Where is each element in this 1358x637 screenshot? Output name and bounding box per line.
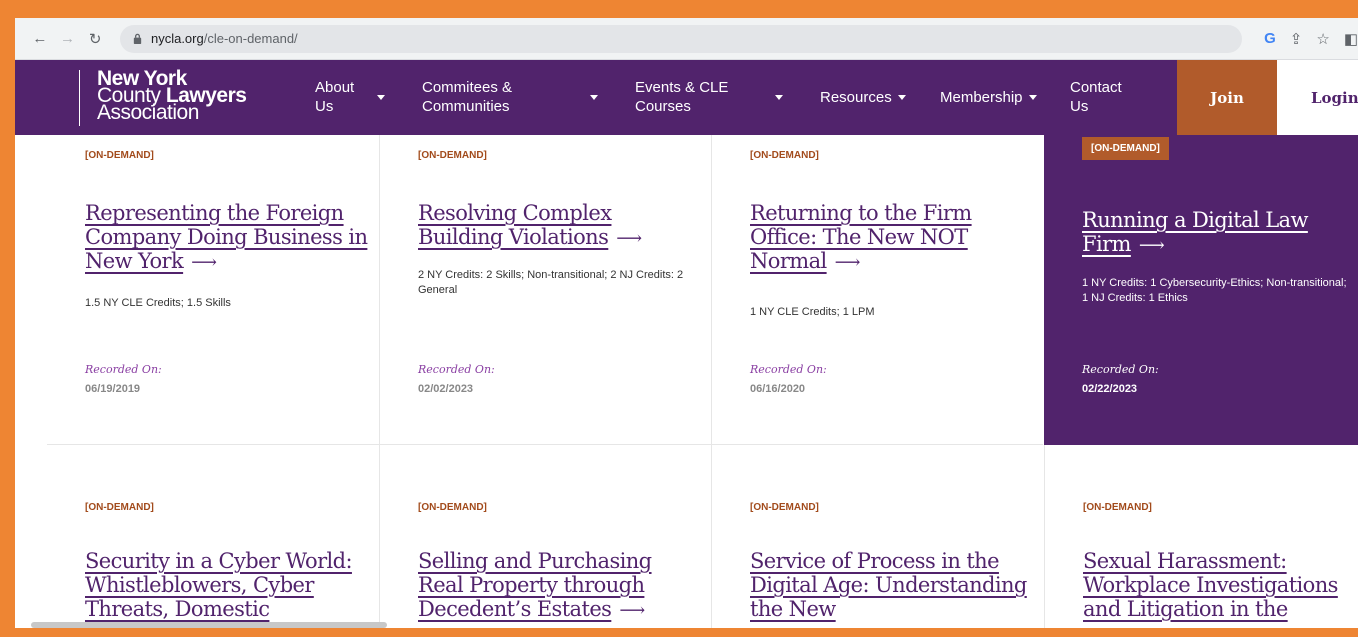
nycla-logo[interactable]: New York County Lawyers Association	[97, 68, 247, 123]
browser-window: ← → ↻ nycla.org/cle-on-demand/ G ⇪ ☆ ◧ N…	[15, 18, 1358, 628]
chevron-down-icon	[590, 94, 598, 100]
recorded-label: Recorded On:	[418, 363, 495, 376]
forward-arrow-icon[interactable]: →	[57, 28, 79, 50]
course-title-link[interactable]: Representing the Foreign Company Doing B…	[85, 201, 368, 273]
chevron-down-icon	[1028, 95, 1037, 100]
side-panel-icon[interactable]: ◧	[1344, 30, 1358, 48]
course-card[interactable]: [ON-DEMAND] Resolving Complex Building V…	[379, 135, 711, 445]
recorded-date: 06/16/2020	[750, 383, 806, 395]
course-title-link[interactable]: Selling and Purchasing Real Property thr…	[418, 549, 652, 621]
recorded-label: Recorded On:	[85, 363, 162, 376]
login-button[interactable]: Login	[1277, 60, 1358, 135]
course-title-link[interactable]: Running a Digital Law Firm	[1082, 208, 1308, 256]
lock-icon	[133, 33, 142, 44]
chevron-down-icon	[775, 94, 783, 100]
recorded-date: 06/19/2019	[85, 383, 141, 395]
bookmark-star-icon[interactable]: ☆	[1316, 30, 1329, 48]
course-title-link[interactable]: Resolving Complex Building Violations	[418, 201, 612, 249]
course-credits: 2 NY Credits: 2 Skills; Non-transitional…	[418, 269, 684, 296]
course-grid: [ON-DEMAND] Representing the Foreign Com…	[15, 135, 1358, 628]
join-button[interactable]: Join	[1177, 60, 1277, 135]
on-demand-tag: [ON-DEMAND]	[418, 150, 487, 161]
url-path: /cle-on-demand/	[203, 31, 298, 46]
on-demand-tag: [ON-DEMAND]	[85, 502, 154, 513]
arrow-right-icon: ⟶	[616, 228, 642, 249]
nav-commitees-communities[interactable]: Commitees & Communities	[422, 78, 598, 116]
arrow-right-icon: ⟶	[1138, 235, 1165, 256]
course-card[interactable]: [ON-DEMAND] Representing the Foreign Com…	[47, 135, 379, 445]
on-demand-tag: [ON-DEMAND]	[750, 150, 819, 161]
course-card[interactable]: [ON-DEMAND] Sexual Harassment: Workplace…	[1044, 445, 1358, 628]
on-demand-tag: [ON-DEMAND]	[85, 150, 154, 161]
course-card[interactable]: [ON-DEMAND] Selling and Purchasing Real …	[379, 445, 711, 628]
arrow-right-icon: ⟶	[834, 252, 861, 273]
course-card-featured[interactable]: [ON-DEMAND] Running a Digital Law Firm ⟶ …	[1044, 135, 1358, 445]
chevron-down-icon	[897, 95, 906, 100]
recorded-label: Recorded On:	[750, 363, 827, 376]
nav-contact-us[interactable]: Contact Us	[1070, 78, 1130, 116]
course-card[interactable]: [ON-DEMAND] Service of Process in the Di…	[711, 445, 1043, 628]
nav-membership[interactable]: Membership	[940, 88, 1037, 107]
on-demand-tag: [ON-DEMAND]	[750, 502, 819, 513]
course-credits: 1.5 NY CLE Credits; 1.5 Skills	[85, 297, 231, 309]
share-icon[interactable]: ⇪	[1290, 30, 1303, 48]
back-arrow-icon[interactable]: ←	[29, 28, 51, 50]
browser-toolbar: ← → ↻ nycla.org/cle-on-demand/ G ⇪ ☆ ◧	[15, 18, 1358, 60]
logo-divider	[79, 70, 80, 126]
course-card[interactable]: [ON-DEMAND] Returning to the Firm Office…	[711, 135, 1043, 445]
course-credits: 1 NY Credits: 1 Cybersecurity-Ethics; No…	[1082, 277, 1347, 304]
nav-events-cle-courses[interactable]: Events & CLE Courses	[635, 78, 783, 116]
horizontal-scrollbar[interactable]	[31, 622, 387, 628]
course-card[interactable]: [ON-DEMAND] Security in a Cyber World: W…	[47, 445, 379, 628]
on-demand-tag: [ON-DEMAND]	[1082, 137, 1169, 160]
recorded-label: Recorded On:	[1082, 363, 1159, 376]
course-title-link[interactable]: Sexual Harassment: Workplace Investigati…	[1083, 549, 1338, 621]
recorded-date: 02/02/2023	[418, 383, 474, 395]
url-host: nycla.org	[150, 31, 204, 46]
course-credits: 1 NY CLE Credits; 1 LPM	[750, 306, 875, 318]
arrow-right-icon: ⟶	[619, 600, 645, 621]
on-demand-tag: [ON-DEMAND]	[1083, 502, 1152, 513]
course-title-link[interactable]: Security in a Cyber World: Whistleblower…	[85, 549, 353, 621]
site-header: New York County Lawyers Association Abou…	[15, 60, 1358, 135]
reload-icon[interactable]: ↻	[84, 28, 106, 50]
course-title-link[interactable]: Returning to the Firm Office: The New NO…	[750, 201, 972, 273]
course-title-link[interactable]: Service of Process in the Digital Age: U…	[750, 549, 1027, 621]
recorded-date: 02/22/2023	[1082, 383, 1138, 395]
chevron-down-icon	[377, 94, 385, 100]
arrow-right-icon: ⟶	[191, 252, 217, 273]
on-demand-tag: [ON-DEMAND]	[418, 502, 487, 513]
nav-resources[interactable]: Resources	[820, 88, 906, 107]
nav-about-us[interactable]: About Us	[315, 78, 385, 116]
google-icon[interactable]: G	[1264, 30, 1276, 47]
address-bar[interactable]: nycla.org/cle-on-demand/	[119, 24, 1243, 53]
